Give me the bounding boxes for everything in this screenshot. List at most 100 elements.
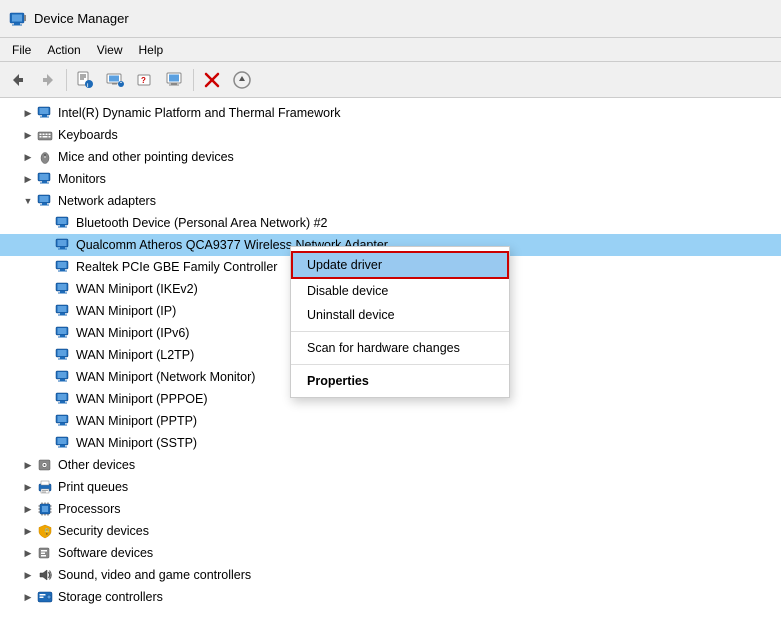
menu-action[interactable]: Action xyxy=(39,41,88,59)
expand-print-queues[interactable]: ▶ xyxy=(20,479,36,495)
tree-item-intel-thermal[interactable]: ▶ Intel(R) Dynamic Platform and Thermal … xyxy=(0,102,781,124)
monitors-icon xyxy=(36,170,54,188)
expand-other-devices[interactable]: ▶ xyxy=(20,457,36,473)
bluetooth-icon xyxy=(54,214,72,232)
menu-file[interactable]: File xyxy=(4,41,39,59)
realtek-label: Realtek PCIe GBE Family Controller xyxy=(76,260,277,274)
update-driver-label: Update driver xyxy=(307,258,382,272)
storage-label: Storage controllers xyxy=(58,590,163,604)
wan-ip-label: WAN Miniport (IP) xyxy=(76,304,176,318)
uninstall-button[interactable]: ? xyxy=(131,66,159,94)
delete-button[interactable] xyxy=(198,66,226,94)
separator-2 xyxy=(193,69,194,91)
tree-item-bluetooth[interactable]: Bluetooth Device (Personal Area Network)… xyxy=(0,212,781,234)
wan-pppoe-icon xyxy=(54,390,72,408)
expand-mice[interactable]: ▶ xyxy=(20,149,36,165)
processors-label: Processors xyxy=(58,502,121,516)
back-button[interactable] xyxy=(4,66,32,94)
wan-sstp-icon xyxy=(54,434,72,452)
tree-item-mice[interactable]: ▶ Mice and other pointing devices xyxy=(0,146,781,168)
context-menu-sep1 xyxy=(291,331,509,332)
expand-storage[interactable]: ▶ xyxy=(20,589,36,605)
sound-icon xyxy=(36,566,54,584)
intel-thermal-label: Intel(R) Dynamic Platform and Thermal Fr… xyxy=(58,106,340,120)
wan-pptp-icon xyxy=(54,412,72,430)
disable-device-label: Disable device xyxy=(307,284,388,298)
wan-l2tp-label: WAN Miniport (L2TP) xyxy=(76,348,194,362)
tree-item-sound[interactable]: ▶ Sound, video and game controllers xyxy=(0,564,781,586)
context-menu-scan-hardware[interactable]: Scan for hardware changes xyxy=(291,336,509,360)
bluetooth-label: Bluetooth Device (Personal Area Network)… xyxy=(76,216,328,230)
app-icon xyxy=(8,9,28,29)
tree-item-print-queues[interactable]: ▶ Print queues xyxy=(0,476,781,498)
sound-label: Sound, video and game controllers xyxy=(58,568,251,582)
expand-software-devices[interactable]: ▶ xyxy=(20,545,36,561)
tree-item-security-devices[interactable]: ▶ 🔒 Security devices xyxy=(0,520,781,542)
properties-label: Properties xyxy=(307,374,369,388)
network-adapters-label: Network adapters xyxy=(58,194,156,208)
tree-item-other-devices[interactable]: ▶ Other devices xyxy=(0,454,781,476)
processor-icon xyxy=(36,500,54,518)
software-icon xyxy=(36,544,54,562)
other-devices-label: Other devices xyxy=(58,458,135,472)
expand-intel-thermal[interactable]: ▶ xyxy=(20,105,36,121)
svg-text:🔒: 🔒 xyxy=(43,528,52,536)
tree-item-keyboards[interactable]: ▶ Keyboards xyxy=(0,124,781,146)
expand-processors[interactable]: ▶ xyxy=(20,501,36,517)
properties-button[interactable]: i xyxy=(71,66,99,94)
tree-item-network-adapters[interactable]: ▼ Network adapters xyxy=(0,190,781,212)
menu-bar: File Action View Help xyxy=(0,38,781,62)
wan-ip-icon xyxy=(54,302,72,320)
wan-ikev2-label: WAN Miniport (IKEv2) xyxy=(76,282,198,296)
tree-item-wan-sstp[interactable]: WAN Miniport (SSTP) xyxy=(0,432,781,454)
keyboards-label: Keyboards xyxy=(58,128,118,142)
wan-ikev2-icon xyxy=(54,280,72,298)
menu-help[interactable]: Help xyxy=(131,41,172,59)
expand-sound[interactable]: ▶ xyxy=(20,567,36,583)
expand-monitors[interactable]: ▶ xyxy=(20,171,36,187)
title-bar-text: Device Manager xyxy=(34,11,129,26)
menu-view[interactable]: View xyxy=(89,41,131,59)
expand-security-devices[interactable]: ▶ xyxy=(20,523,36,539)
print-icon xyxy=(36,478,54,496)
wan-netmon-icon xyxy=(54,368,72,386)
tree-item-wan-pptp[interactable]: WAN Miniport (PPTP) xyxy=(0,410,781,432)
tree-item-storage[interactable]: ▶ Storage controllers xyxy=(0,586,781,608)
wan-sstp-label: WAN Miniport (SSTP) xyxy=(76,436,197,450)
keyboard-icon xyxy=(36,126,54,144)
print-queues-label: Print queues xyxy=(58,480,128,494)
separator-1 xyxy=(66,69,67,91)
context-menu-disable-device[interactable]: Disable device xyxy=(291,279,509,303)
wan-ipv6-label: WAN Miniport (IPv6) xyxy=(76,326,189,340)
scan-hardware-label: Scan for hardware changes xyxy=(307,341,460,355)
mice-icon xyxy=(36,148,54,166)
tree-item-monitors[interactable]: ▶ Monitors xyxy=(0,168,781,190)
scan-button[interactable] xyxy=(161,66,189,94)
context-menu-update-driver[interactable]: Update driver xyxy=(291,251,509,279)
main-area: ▶ Intel(R) Dynamic Platform and Thermal … xyxy=(0,98,781,626)
tree-item-software-devices[interactable]: ▶ Software devices xyxy=(0,542,781,564)
uninstall-device-label: Uninstall device xyxy=(307,308,395,322)
qualcomm-icon xyxy=(54,236,72,254)
download-button[interactable] xyxy=(228,66,256,94)
security-devices-label: Security devices xyxy=(58,524,149,538)
monitor-icon xyxy=(36,104,54,122)
storage-icon xyxy=(36,588,54,606)
wan-pppoe-label: WAN Miniport (PPPOE) xyxy=(76,392,208,406)
wan-pptp-label: WAN Miniport (PPTP) xyxy=(76,414,197,428)
expand-keyboards[interactable]: ▶ xyxy=(20,127,36,143)
monitors-label: Monitors xyxy=(58,172,106,186)
expand-network-adapters[interactable]: ▼ xyxy=(20,193,36,209)
tree-item-processors[interactable]: ▶ Proces xyxy=(0,498,781,520)
context-menu-properties[interactable]: Properties xyxy=(291,369,509,393)
security-icon: 🔒 xyxy=(36,522,54,540)
context-menu: Update driver Disable device Uninstall d… xyxy=(290,246,510,398)
wan-netmon-label: WAN Miniport (Network Monitor) xyxy=(76,370,255,384)
context-menu-uninstall-device[interactable]: Uninstall device xyxy=(291,303,509,327)
other-devices-icon xyxy=(36,456,54,474)
realtek-icon xyxy=(54,258,72,276)
title-bar: Device Manager xyxy=(0,0,781,38)
wan-l2tp-icon xyxy=(54,346,72,364)
forward-button[interactable] xyxy=(34,66,62,94)
update-driver-button[interactable] xyxy=(101,66,129,94)
